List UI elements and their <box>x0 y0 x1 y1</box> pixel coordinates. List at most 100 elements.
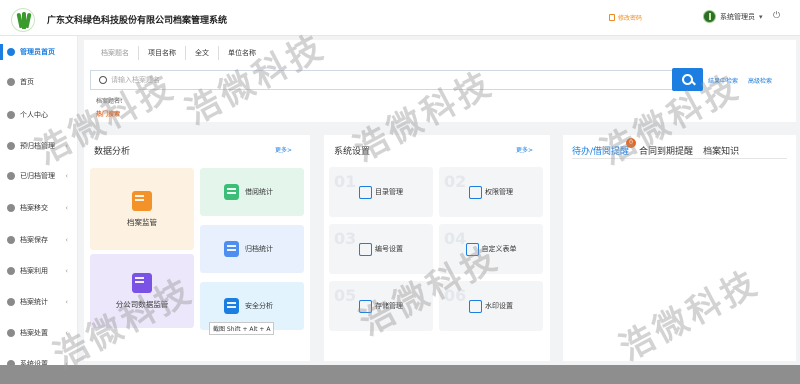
avatar <box>703 10 716 23</box>
storage-management-button[interactable]: 05 存储管理 <box>329 281 433 331</box>
disposal-icon <box>7 329 15 337</box>
search-button[interactable] <box>672 68 703 91</box>
item-number: 01 <box>334 172 357 191</box>
tile-label: 安全分析 <box>245 302 273 310</box>
tile-label: 分公司数据监管 <box>115 299 169 309</box>
tab-archive-title[interactable]: 档案题名 <box>92 46 139 60</box>
change-password-label: 修改密码 <box>618 15 643 22</box>
item-number: 05 <box>334 286 357 305</box>
chevron-left-icon: ‹ <box>65 142 68 150</box>
more-link[interactable]: 更多> <box>275 145 292 154</box>
number-icon <box>359 242 372 256</box>
item-number: 06 <box>444 286 467 305</box>
search-tabs: 档案题名 项目名称 全文 单位名称 <box>92 46 265 60</box>
screenshot-tooltip: 截图 Shift + Alt + A <box>209 322 275 335</box>
sidebar-item-label: 个人中心 <box>20 111 48 119</box>
tab-label: 待办/借阅提醒 <box>572 147 630 157</box>
numbering-settings-button[interactable]: 03 编号设置 <box>329 224 433 274</box>
shield-icon <box>469 185 482 199</box>
archive-title-label: 档案题名： <box>96 98 127 105</box>
transfer-icon <box>7 204 15 212</box>
todo-tabs: 待办/借阅提醒 0 合同到期提醒 档案知识 <box>572 138 749 157</box>
divider <box>572 158 787 159</box>
search-input[interactable] <box>111 76 651 84</box>
chevron-left-icon: ‹ <box>65 204 68 212</box>
sidebar-item-label: 首页 <box>20 78 34 86</box>
catalog-icon <box>359 185 372 199</box>
item-label: 水印设置 <box>485 302 513 310</box>
home-icon <box>7 48 15 56</box>
power-icon[interactable]: ⏻ <box>773 11 780 21</box>
watermark-settings-button[interactable]: 06 水印设置 <box>439 281 543 331</box>
sidebar-item-utilization[interactable]: 档案利用 ‹ <box>0 259 78 283</box>
lock-icon <box>609 14 615 21</box>
storage-icon <box>359 299 372 313</box>
sidebar-item-label: 预归档管理 <box>20 142 55 150</box>
watermark-icon <box>469 299 482 313</box>
item-number: 02 <box>444 172 467 191</box>
tab-archive-knowledge[interactable]: 档案知识 <box>703 144 739 157</box>
chevron-left-icon: ‹ <box>65 298 68 306</box>
shield-bolt-icon <box>224 298 239 314</box>
archive-stats-tile[interactable]: 归档统计 <box>200 225 304 273</box>
user-menu[interactable]: 系统管理员 ▾ <box>703 10 763 23</box>
more-link[interactable]: 更多> <box>516 145 533 154</box>
tab-contract-expiry[interactable]: 合同到期提醒 <box>639 144 693 157</box>
data-analysis-card: 数据分析 更多> 档案监管 借阅统计 归档统计 分公司数据监管 安全分析 <box>84 135 310 361</box>
search-in-results-link[interactable]: 结果中检索 <box>708 76 738 85</box>
change-password-link[interactable]: 修改密码 <box>609 13 642 22</box>
document-chart-icon <box>224 184 239 200</box>
storage-icon <box>7 236 15 244</box>
sidebar-item-disposal[interactable]: 档案处置 ‹ <box>0 321 78 345</box>
sidebar-item-archived[interactable]: 已归档管理 ‹ <box>0 164 78 188</box>
item-label: 目录管理 <box>375 188 403 196</box>
chevron-left-icon: ‹ <box>65 172 68 180</box>
sidebar-item-statistics[interactable]: 档案统计 ‹ <box>0 290 78 314</box>
sidebar-item-label: 档案利用 <box>20 267 48 275</box>
borrow-stats-tile[interactable]: 借阅统计 <box>200 168 304 216</box>
user-icon <box>7 78 15 86</box>
tile-label: 借阅统计 <box>245 188 273 196</box>
sidebar-item-label: 档案处置 <box>20 329 48 337</box>
tab-full-text[interactable]: 全文 <box>186 46 219 60</box>
archive-icon <box>7 172 15 180</box>
chevron-down-icon: ▾ <box>759 12 763 21</box>
tab-todo-borrow[interactable]: 待办/借阅提醒 0 <box>572 138 637 157</box>
catalog-management-button[interactable]: 01 目录管理 <box>329 167 433 217</box>
chevron-left-icon: ‹ <box>65 236 68 244</box>
archive-box-icon <box>132 190 152 211</box>
app-title: 广东文科绿色科技股份有限公司档案管理系统 <box>47 16 228 26</box>
advanced-search-link[interactable]: 高级检索 <box>748 76 772 85</box>
card-title: 系统设置 <box>334 147 371 157</box>
tab-unit-name[interactable]: 单位名称 <box>219 46 265 60</box>
branch-data-supervision-tile[interactable]: 分公司数据监管 <box>90 254 194 328</box>
item-label: 权限管理 <box>485 188 513 196</box>
sidebar-item-label: 档案移交 <box>20 204 48 212</box>
chevron-left-icon: ‹ <box>65 267 68 275</box>
sidebar-item-label: 档案保存 <box>20 236 48 244</box>
chart-icon <box>7 298 15 306</box>
utilization-icon <box>7 267 15 275</box>
sidebar-item-pre-archive[interactable]: 预归档管理 ‹ <box>0 134 78 158</box>
sidebar-item-storage[interactable]: 档案保存 ‹ <box>0 228 78 252</box>
custom-form-button[interactable]: 04 自定义表单 <box>439 224 543 274</box>
permission-management-button[interactable]: 02 权限管理 <box>439 167 543 217</box>
sidebar-item-personal-center[interactable]: 个人中心 <box>0 103 78 127</box>
company-logo <box>11 8 35 32</box>
item-number: 04 <box>444 229 467 248</box>
sidebar: 管理员首页 首页 个人中心 预归档管理 ‹ 已归档管理 ‹ 档案移交 ‹ 档案保存 ‹ … <box>0 36 78 384</box>
item-label: 编号设置 <box>375 245 403 253</box>
search-panel: 档案题名 项目名称 全文 单位名称 结果中检索 高级检索 档案题名： 热门搜索 <box>84 40 796 122</box>
sidebar-item-transfer[interactable]: 档案移交 ‹ <box>0 196 78 220</box>
tab-project-name[interactable]: 项目名称 <box>139 46 186 60</box>
sidebar-item-admin-home[interactable]: 管理员首页 <box>0 40 78 64</box>
item-label: 自定义表单 <box>481 245 517 253</box>
document-icon <box>224 241 239 257</box>
tile-label: 档案监管 <box>127 217 157 227</box>
sidebar-item-label: 已归档管理 <box>20 172 55 180</box>
sidebar-item-home[interactable]: 首页 <box>0 70 78 94</box>
sidebar-item-label: 管理员首页 <box>20 48 55 56</box>
hot-search-link[interactable]: 热门搜索 <box>96 109 120 118</box>
tile-label: 归档统计 <box>245 245 273 253</box>
archive-supervision-tile[interactable]: 档案监管 <box>90 168 194 250</box>
